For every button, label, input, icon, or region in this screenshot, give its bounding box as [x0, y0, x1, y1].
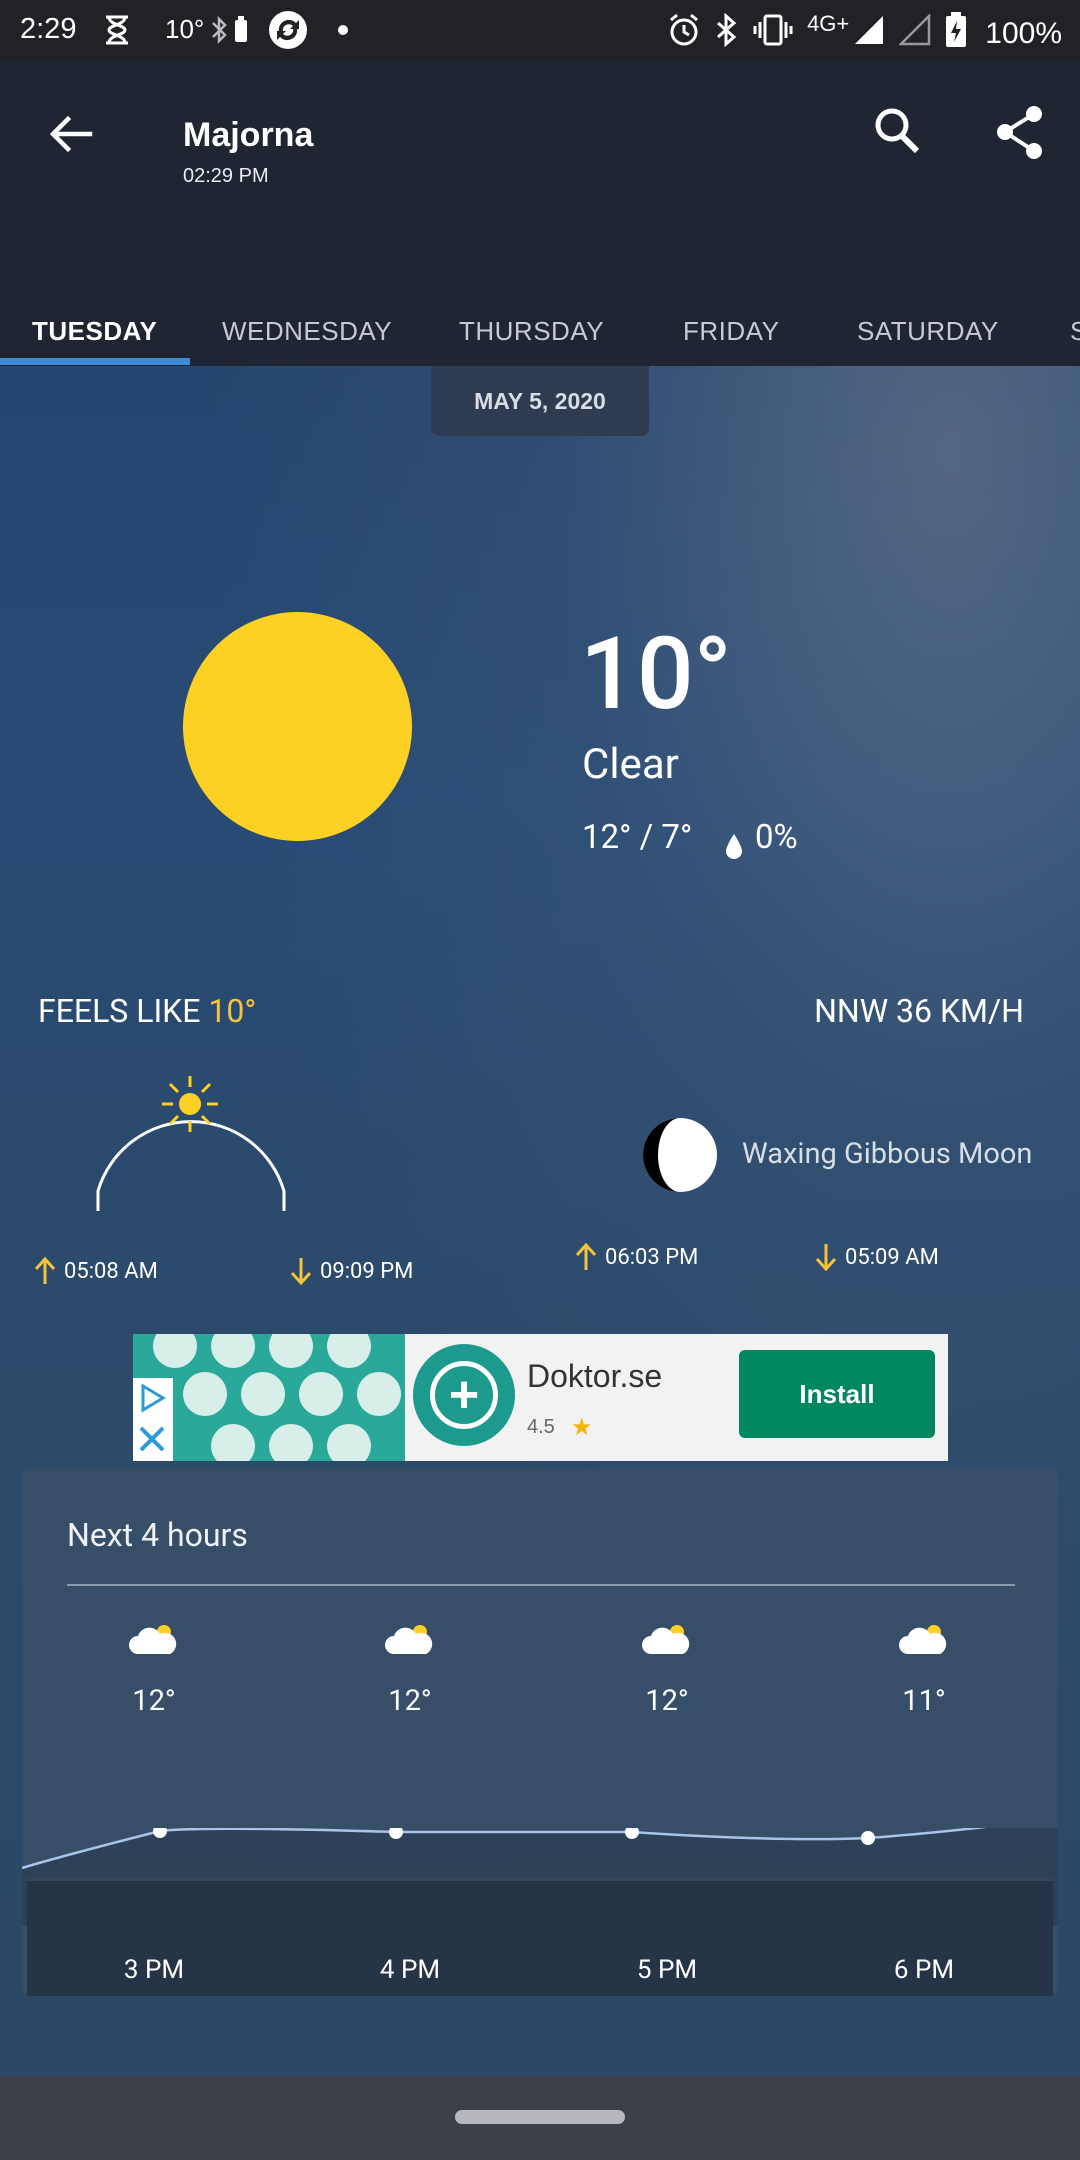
ad-choices-badge[interactable]	[133, 1378, 173, 1461]
signal-empty-icon	[898, 12, 931, 54]
install-button[interactable]: Install	[739, 1350, 935, 1438]
battery-icon	[945, 12, 967, 56]
share-button[interactable]	[994, 105, 1046, 161]
sunrise: 05:08 AM	[34, 1256, 158, 1286]
hourly-temp: 12°	[388, 1684, 432, 1718]
ad-choices-icon	[139, 1383, 166, 1452]
status-bar: 2:29 10° 4G+ 100%	[0, 0, 1080, 61]
partly-cloudy-icon	[899, 1625, 947, 1654]
arrow-back-icon	[49, 115, 93, 153]
hourly-time: 5 PM	[636, 1955, 698, 1985]
hourglass-icon	[104, 10, 130, 50]
tab-saturday[interactable]: SATURDAY	[857, 316, 999, 347]
sun-path-icon	[96, 1076, 286, 1211]
moon-phase-icon	[643, 1118, 717, 1192]
app-bar: Majorna 02:29 PM TUESDAY WEDNESDAY THURS…	[0, 61, 1080, 366]
feels-like: FEELS LIKE 10°	[38, 992, 256, 1030]
tab-tuesday[interactable]: TUESDAY	[32, 316, 157, 347]
status-temperature: 10°	[165, 14, 205, 44]
ad-banner[interactable]: + Doktor.se 4.5 ★ Install	[133, 1334, 948, 1461]
location-name: Majorna	[183, 116, 314, 154]
precipitation-chance: 0%	[755, 818, 798, 857]
hourly-temp: 11°	[902, 1684, 946, 1718]
moonrise: 06:03 PM	[575, 1242, 698, 1272]
hourly-item: 12°	[607, 1618, 727, 1718]
arrow-down-icon	[815, 1244, 837, 1272]
partly-cloudy-icon	[642, 1625, 690, 1654]
hourly-item: 12°	[94, 1618, 214, 1718]
partly-cloudy-icon	[129, 1625, 177, 1654]
search-button[interactable]	[872, 105, 924, 161]
network-type: 4G+	[807, 11, 850, 36]
current-temperature: 10°	[580, 616, 732, 733]
arrow-down-icon	[290, 1258, 312, 1286]
share-icon	[997, 106, 1042, 159]
back-button[interactable]	[46, 109, 96, 159]
day-tabs: TUESDAY WEDNESDAY THURSDAY FRIDAY SATURD…	[0, 286, 1080, 366]
bluetooth-icon	[715, 12, 739, 55]
tab-friday[interactable]: FRIDAY	[683, 316, 779, 347]
sun-icon	[183, 612, 412, 841]
raindrop-icon	[726, 834, 742, 859]
hourly-forecast-card: Next 4 hours 12° 12° 12° 11° 3 PM 4 PM 5…	[22, 1468, 1058, 1996]
hourly-time: 3 PM	[123, 1955, 185, 1985]
alarm-icon	[667, 13, 701, 55]
moon-phase-label: Waxing Gibbous Moon	[742, 1137, 1033, 1171]
status-time: 2:29	[20, 13, 77, 45]
notification-dot-icon	[337, 10, 349, 50]
tab-thursday[interactable]: THURSDAY	[459, 316, 604, 347]
hourly-time-row: 3 PM 4 PM 5 PM 6 PM	[27, 1878, 1053, 1996]
hourly-time: 4 PM	[379, 1955, 441, 1985]
star-icon: ★	[571, 1414, 593, 1441]
bluetooth-battery-icon	[210, 10, 252, 50]
moonset: 05:09 AM	[815, 1242, 939, 1272]
tab-indicator	[0, 358, 190, 365]
arrow-up-icon	[575, 1242, 597, 1270]
status-right-group: 4G+ 100%	[667, 11, 1062, 56]
arrow-up-icon	[34, 1256, 56, 1284]
ad-image	[133, 1334, 405, 1461]
high-low-temperature: 12° / 7°	[582, 818, 693, 857]
feels-like-label: FEELS LIKE	[38, 992, 201, 1030]
moonset-time: 05:09 AM	[845, 1244, 939, 1270]
signal-icon	[853, 14, 885, 54]
sync-app-icon	[268, 10, 308, 50]
search-icon	[875, 108, 920, 154]
graph-point	[861, 1831, 875, 1845]
tab-wednesday[interactable]: WEDNESDAY	[222, 316, 392, 347]
date-label: MAY 5, 2020	[431, 366, 649, 436]
home-gesture-handle[interactable]	[455, 2110, 625, 2124]
hourly-temp: 12°	[645, 1684, 689, 1718]
wind-info: NNW 36 KM/H	[814, 992, 1024, 1030]
sunrise-time: 05:08 AM	[64, 1258, 158, 1284]
ad-app-name: Doktor.se	[527, 1358, 663, 1394]
partly-cloudy-icon	[385, 1625, 433, 1654]
hourly-temp: 12°	[132, 1684, 176, 1718]
doktor-logo-icon: +	[413, 1344, 515, 1446]
sunset: 09:09 PM	[290, 1256, 413, 1286]
location-header: Majorna 02:29 PM	[183, 116, 313, 188]
moonrise-time: 06:03 PM	[605, 1244, 699, 1270]
hourly-item: 12°	[350, 1618, 470, 1718]
ad-rating: 4.5	[527, 1416, 555, 1438]
hourly-item: 11°	[864, 1618, 984, 1718]
vibrate-icon	[753, 14, 793, 54]
hourly-time: 6 PM	[893, 1955, 955, 1985]
condition-text: Clear	[582, 740, 679, 789]
hourly-title: Next 4 hours	[67, 1516, 248, 1554]
location-time: 02:29 PM	[183, 165, 269, 187]
battery-percent: 100%	[985, 17, 1062, 50]
tab-sunday[interactable]: S	[1070, 316, 1080, 347]
feels-like-value: 10°	[208, 992, 257, 1030]
sunset-time: 09:09 PM	[320, 1258, 414, 1284]
divider	[67, 1584, 1015, 1586]
forecast-main: MAY 5, 2020 10° Clear 12° / 7° 0% FEELS …	[0, 366, 1080, 2076]
navigation-bar	[0, 2076, 1080, 2160]
